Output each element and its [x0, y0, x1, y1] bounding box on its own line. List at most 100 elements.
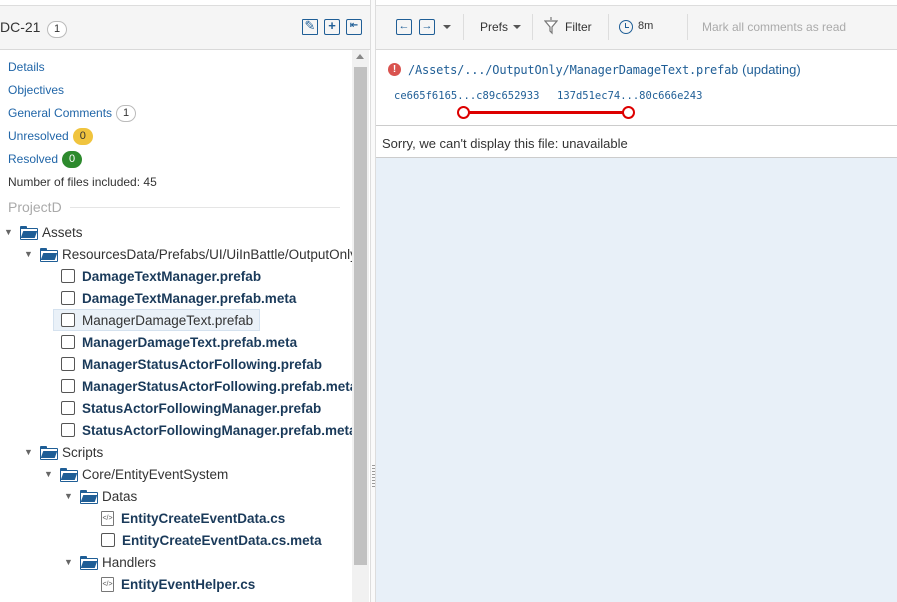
tree-folder-handlers[interactable]: ▼ Handlers — [64, 551, 156, 573]
nav-objectives[interactable]: Objectives — [8, 82, 136, 105]
tree-folder-core[interactable]: ▼ Core/EntityEventSystem — [44, 463, 228, 485]
tree-file[interactable]: EntityCreateEventData.cs.meta — [101, 529, 322, 551]
folder-open-icon — [20, 226, 38, 240]
expand-arrow-icon[interactable]: ▼ — [64, 491, 74, 501]
tree-file[interactable]: StatusActorFollowingManager.prefab.meta — [61, 419, 357, 441]
expand-arrow-icon[interactable]: ▼ — [44, 469, 54, 479]
code-file-icon: </> — [101, 510, 114, 526]
splitter-grip-icon[interactable] — [372, 465, 375, 487]
file-label[interactable]: ManagerDamageText.prefab.meta — [82, 335, 297, 350]
nav-details-label[interactable]: Details — [8, 60, 45, 74]
file-content-area — [376, 157, 897, 602]
file-label[interactable]: EntityCreateEventData.cs — [121, 511, 285, 526]
tree-file[interactable]: ManagerStatusActorFollowing.prefab.meta — [61, 375, 357, 397]
file-checkbox[interactable] — [61, 357, 75, 371]
folder-label: Scripts — [62, 444, 104, 460]
file-checkbox[interactable] — [61, 291, 75, 305]
file-checkbox[interactable] — [101, 533, 115, 547]
nav-unresolved-label[interactable]: Unresolved — [8, 129, 69, 143]
nav-unresolved[interactable]: Unresolved 0 — [8, 128, 136, 151]
folder-label: Handlers — [102, 554, 157, 570]
revision-from[interactable]: ce665f6165...c89c652933 — [394, 90, 539, 102]
folder-label: Assets — [42, 224, 83, 240]
unavailable-message: Sorry, we can't display this file: unava… — [382, 136, 628, 151]
file-checkbox[interactable] — [61, 313, 75, 327]
tree-folder-resources[interactable]: ▼ ResourcesData/Prefabs/UI/UiInBattle/Ou… — [24, 243, 357, 265]
expand-arrow-icon[interactable]: ▼ — [64, 557, 74, 567]
folder-open-icon — [40, 446, 58, 460]
folder-label: Core/EntityEventSystem — [82, 466, 229, 482]
right-panel: ← → Prefs Filter 8m Mark all comments as… — [376, 0, 897, 602]
file-label[interactable]: ManagerDamageText.prefab — [82, 313, 253, 328]
file-label[interactable]: ManagerStatusActorFollowing.prefab — [82, 357, 322, 372]
tree-file[interactable]: ManagerStatusActorFollowing.prefab — [61, 353, 322, 375]
mark-all-read-button[interactable]: Mark all comments as read — [702, 20, 846, 34]
next-file-icon[interactable]: → — [419, 19, 435, 35]
expand-arrow-icon[interactable]: ▼ — [4, 227, 14, 237]
nav-resolved[interactable]: Resolved 0 — [8, 151, 136, 174]
code-file-icon: </> — [101, 576, 114, 592]
folder-open-icon — [80, 556, 98, 570]
edit-icon[interactable]: ✎ — [302, 19, 318, 35]
revision-from-handle[interactable] — [457, 106, 470, 119]
revision-to[interactable]: 137d51ec74...80c666e243 — [557, 90, 702, 102]
revision-range-slider[interactable] — [463, 111, 629, 114]
file-checkbox[interactable] — [61, 335, 75, 349]
nav-resolved-label[interactable]: Resolved — [8, 152, 58, 166]
file-label[interactable]: StatusActorFollowingManager.prefab — [82, 401, 321, 416]
review-header: DC-21 1 ✎ + ⇤ — [0, 5, 370, 50]
nav-objectives-label[interactable]: Objectives — [8, 83, 64, 97]
tree-file[interactable]: DamageTextManager.prefab.meta — [61, 287, 296, 309]
tree-file[interactable]: StatusActorFollowingManager.prefab — [61, 397, 321, 419]
file-label[interactable]: ManagerStatusActorFollowing.prefab.meta — [82, 379, 357, 394]
file-label[interactable]: EntityCreateEventData.cs.meta — [122, 533, 322, 548]
prefs-button[interactable]: Prefs — [480, 20, 508, 34]
tree-scrollbar[interactable] — [352, 50, 369, 602]
tree-file[interactable]: </> EntityEventHelper.cs — [101, 573, 255, 595]
scroll-thumb[interactable] — [354, 67, 367, 565]
nav-general-comments[interactable]: General Comments 1 — [8, 105, 137, 128]
review-nav: Details Objectives General Comments 1 Unr… — [8, 59, 137, 174]
file-path[interactable]: /Assets/.../OutputOnly/ManagerDamageText… — [408, 63, 738, 77]
file-checkbox[interactable] — [61, 423, 75, 437]
toolbar-divider — [608, 14, 609, 40]
toolbar-divider — [687, 14, 688, 40]
file-label[interactable]: StatusActorFollowingManager.prefab.meta — [82, 423, 357, 438]
clock-icon[interactable] — [619, 20, 633, 34]
tree-folder-scripts[interactable]: ▼ Scripts — [24, 441, 103, 463]
revision-to-handle[interactable] — [622, 106, 635, 119]
nav-general-comments-label[interactable]: General Comments — [8, 106, 112, 120]
tree-folder-datas[interactable]: ▼ Datas — [64, 485, 137, 507]
collapse-panel-icon[interactable]: ⇤ — [346, 19, 362, 35]
time-filter-label[interactable]: 8m — [638, 20, 653, 32]
project-label: ProjectD — [8, 199, 62, 215]
expand-arrow-icon[interactable]: ▼ — [24, 249, 34, 259]
tree-folder-assets[interactable]: ▼ Assets — [4, 221, 83, 243]
chevron-down-icon[interactable] — [443, 25, 451, 29]
tree-file[interactable]: </> EntityCreateEventData.cs — [101, 507, 285, 529]
scroll-up-arrow-icon[interactable] — [356, 54, 364, 59]
tree-file[interactable]: ManagerDamageText.prefab.meta — [61, 331, 297, 353]
file-label[interactable]: DamageTextManager.prefab — [82, 269, 261, 284]
add-icon[interactable]: + — [324, 19, 340, 35]
file-checkbox[interactable] — [61, 401, 75, 415]
file-label[interactable]: EntityEventHelper.cs — [121, 577, 255, 592]
expand-arrow-icon[interactable]: ▼ — [24, 447, 34, 457]
review-count-badge: 1 — [47, 21, 68, 38]
file-checkbox[interactable] — [61, 379, 75, 393]
previous-file-icon[interactable]: ← — [396, 19, 412, 35]
files-count: Number of files included: 45 — [8, 175, 157, 189]
chevron-down-icon[interactable] — [513, 25, 521, 29]
nav-details[interactable]: Details — [8, 59, 136, 82]
left-panel: DC-21 1 ✎ + ⇤ Details Objectives General… — [0, 0, 370, 602]
folder-label: ResourcesData/Prefabs/UI/UiInBattle/Outp… — [62, 246, 357, 262]
file-checkbox[interactable] — [61, 269, 75, 283]
filter-icon[interactable] — [544, 17, 558, 35]
tree-file-selected[interactable]: ManagerDamageText.prefab — [53, 309, 261, 331]
filter-button[interactable]: Filter — [565, 20, 592, 34]
tree-file[interactable]: DamageTextManager.prefab — [61, 265, 261, 287]
review-id[interactable]: DC-21 — [0, 19, 40, 35]
file-label[interactable]: DamageTextManager.prefab.meta — [82, 291, 296, 306]
toolbar-divider — [463, 14, 464, 40]
content-divider — [376, 125, 897, 126]
